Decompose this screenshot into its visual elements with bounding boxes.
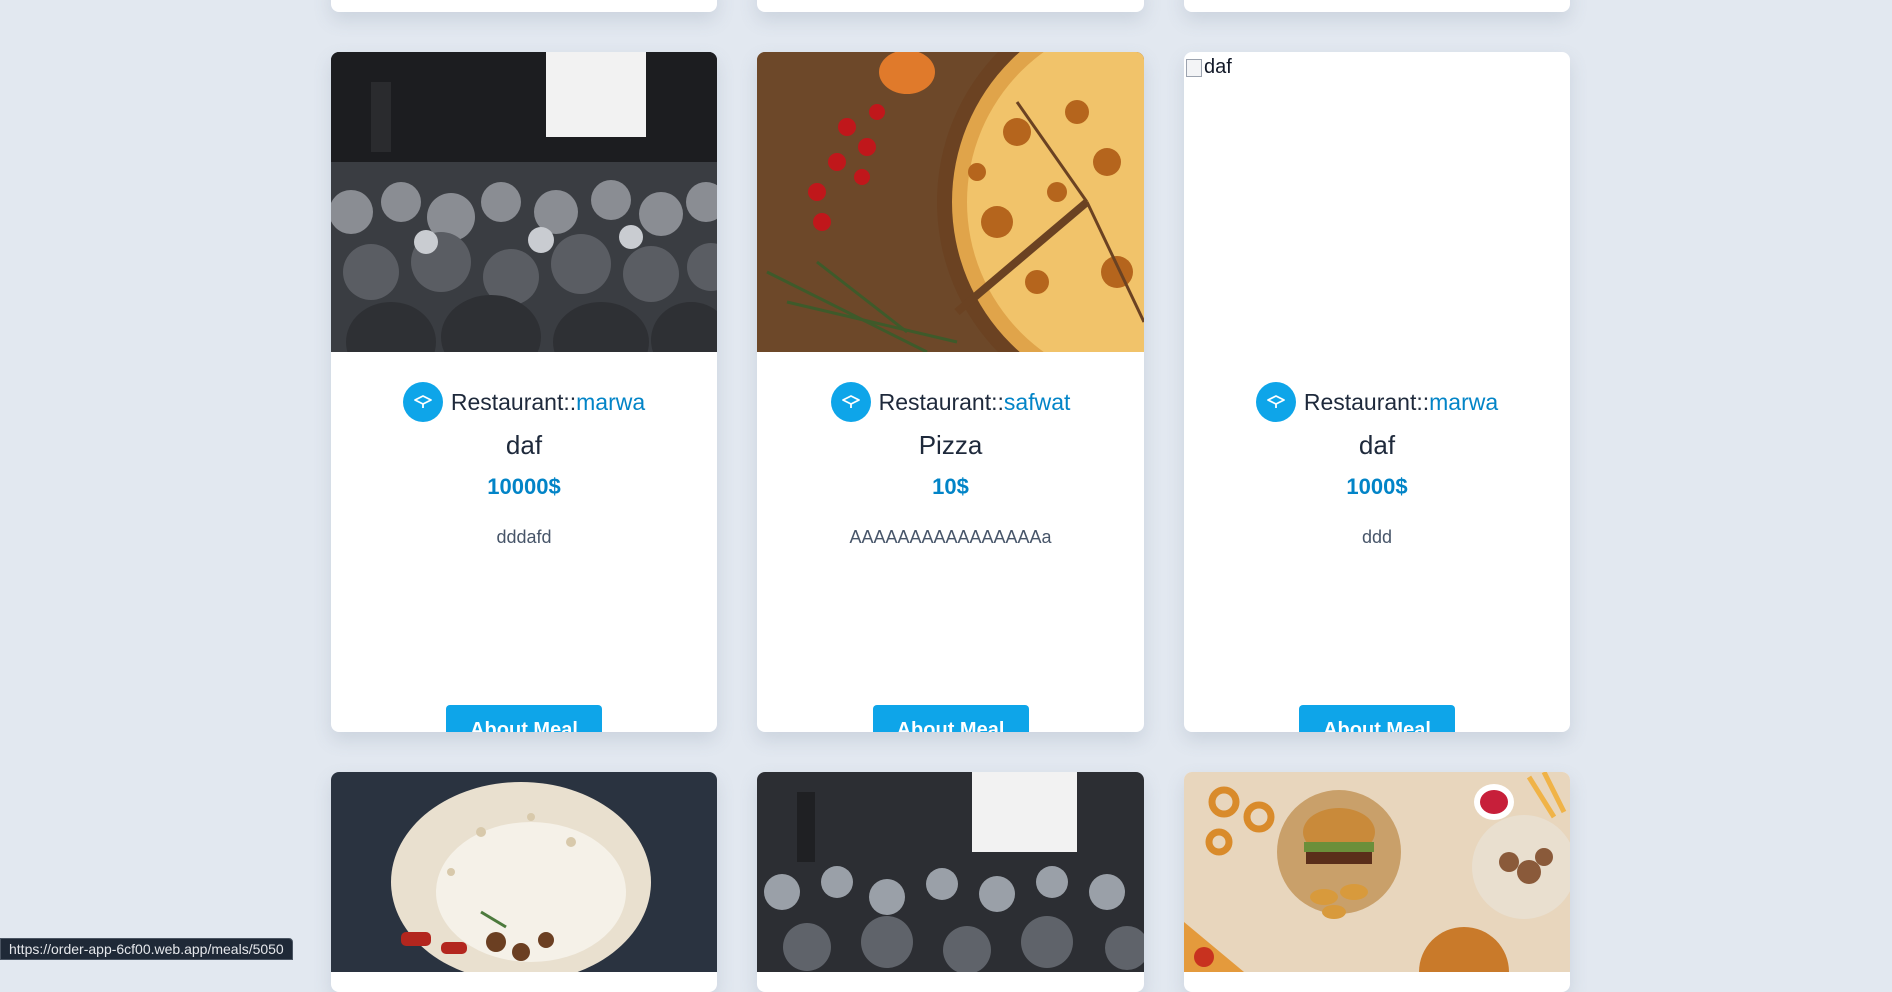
meal-name: Pizza (918, 430, 983, 460)
meal-card-top-1 (331, 0, 717, 12)
meal-description: ddd (1361, 527, 1393, 547)
meal-image (331, 52, 717, 352)
restaurant-row: Restaurant::marwa (331, 382, 717, 422)
meal-description: AAAAAAAAAAAAAAAAa (849, 527, 1052, 547)
burger-platter-photo (1184, 772, 1570, 992)
meal-card-bottom-2[interactable] (757, 772, 1144, 992)
about-meal-button[interactable]: About Meal (446, 705, 602, 732)
meal-name: daf (505, 430, 543, 460)
graduation-cap-icon (402, 382, 443, 422)
about-meal-button[interactable]: About Meal (1299, 705, 1455, 732)
restaurant-row: Restaurant::marwa (1184, 382, 1570, 422)
meal-card-bottom-3[interactable] (1184, 772, 1570, 992)
meal-price: 10000$ (487, 474, 561, 499)
meal-card: Restaurant::marwa daf 10000$ dddafd Abou… (331, 52, 717, 732)
restaurant-label: Restaurant::marwa (450, 388, 646, 415)
broken-image-placeholder: daf (1186, 56, 1232, 79)
graduation-cap-icon (1255, 382, 1296, 422)
restaurant-link[interactable]: safwat (1004, 389, 1070, 415)
link-preview-status-bar: https://order-app-6cf00.web.app/meals/50… (0, 938, 293, 960)
restaurant-row: Restaurant::safwat (757, 382, 1144, 422)
restaurant-label: Restaurant::marwa (1303, 388, 1499, 415)
meal-image: daf (1184, 52, 1570, 352)
meal-card: Restaurant::safwat Pizza 10$ AAAAAAAAAAA… (757, 52, 1144, 732)
meal-card-top-2 (757, 0, 1144, 12)
shawarma-photo (331, 772, 717, 982)
meal-card-bottom-1[interactable] (331, 772, 717, 992)
restaurant-label: Restaurant::safwat (878, 388, 1071, 415)
audience-photo (757, 772, 1144, 974)
meal-name: daf (1358, 430, 1396, 460)
restaurant-link[interactable]: marwa (576, 389, 645, 415)
meal-description: dddafd (496, 527, 552, 547)
pizza-photo (757, 52, 1144, 352)
meal-price: 1000$ (1346, 474, 1408, 499)
meal-image (757, 52, 1144, 352)
graduation-cap-icon (830, 382, 871, 422)
meal-card-top-3 (1184, 0, 1570, 12)
broken-image-icon (1186, 58, 1202, 77)
about-meal-button[interactable]: About Meal (872, 705, 1029, 732)
audience-photo (331, 52, 717, 352)
image-alt-text: daf (1204, 56, 1232, 78)
meal-card: daf Restaurant::marwa daf 1000$ ddd Abou… (1184, 52, 1570, 732)
restaurant-link[interactable]: marwa (1429, 389, 1498, 415)
meal-price: 10$ (932, 474, 969, 499)
